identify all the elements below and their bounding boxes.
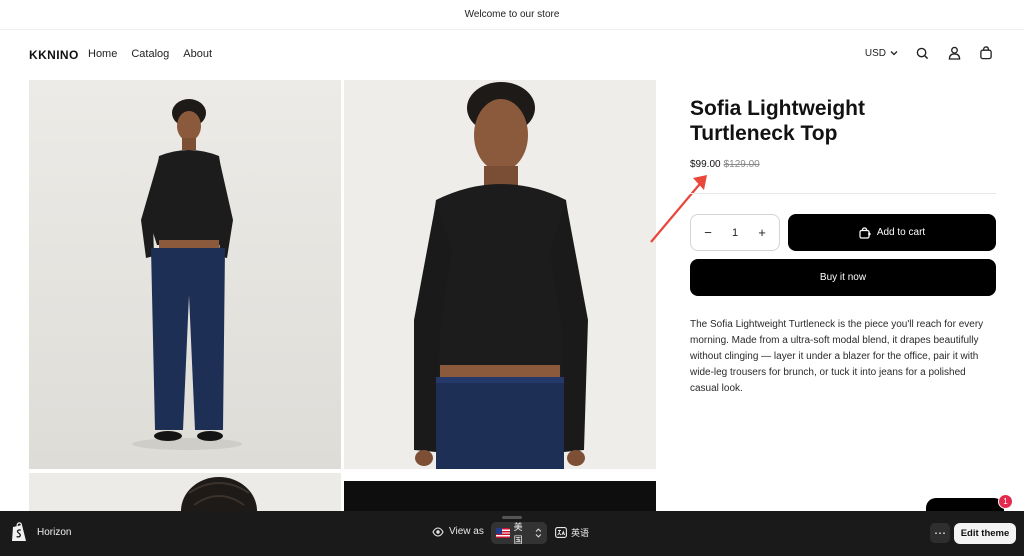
buy-now-label: Buy it now bbox=[819, 272, 867, 283]
product-description: The Sofia Lightweight Turtleneck is the … bbox=[690, 319, 984, 394]
search-icon[interactable] bbox=[914, 44, 930, 62]
product-title: Sofia Lightweight Turtleneck Top bbox=[690, 97, 865, 145]
announcement-bar: Welcome to our store bbox=[0, 0, 1024, 30]
cart-icon[interactable] bbox=[978, 44, 994, 62]
store-logo[interactable]: KKNINO bbox=[29, 48, 79, 62]
add-to-cart-label: Add to cart bbox=[876, 227, 926, 238]
shopify-logo-icon[interactable] bbox=[10, 522, 28, 543]
theme-name: Horizon bbox=[37, 527, 72, 538]
product-price: $99.00 $129.00 bbox=[690, 159, 760, 170]
announcement-text: Welcome to our store bbox=[464, 9, 560, 20]
storefront-page: Welcome to our store KKNINO Home Catalog… bbox=[0, 0, 1024, 556]
main-nav: Home Catalog About bbox=[88, 48, 212, 60]
quantity-value[interactable]: 1 bbox=[732, 227, 738, 239]
buy-now-button[interactable]: Buy it now bbox=[690, 259, 996, 296]
product-image-4[interactable] bbox=[344, 481, 656, 513]
more-options-icon[interactable]: ⋯ bbox=[930, 523, 950, 543]
us-flag-icon bbox=[496, 528, 510, 538]
chat-notification-badge: 1 bbox=[998, 494, 1013, 509]
cart-add-icon bbox=[859, 226, 871, 239]
edit-theme-button[interactable]: Edit theme bbox=[954, 523, 1016, 544]
chevron-updown-icon bbox=[535, 528, 542, 538]
site-header: KKNINO Home Catalog About USD bbox=[0, 30, 1024, 79]
language-label: 英语 bbox=[571, 528, 590, 538]
account-icon[interactable] bbox=[946, 44, 962, 62]
sale-price: $99.00 bbox=[690, 159, 721, 170]
compare-at-price: $129.00 bbox=[723, 159, 760, 170]
product-image-2[interactable] bbox=[344, 80, 656, 469]
decrease-quantity-button[interactable]: − bbox=[701, 225, 715, 240]
product-image-1[interactable] bbox=[29, 80, 341, 469]
chevron-down-icon bbox=[890, 51, 898, 56]
add-to-cart-button[interactable]: Add to cart bbox=[788, 214, 996, 251]
nav-catalog[interactable]: Catalog bbox=[131, 48, 169, 60]
currency-label: USD bbox=[864, 47, 886, 59]
language-icon bbox=[555, 527, 567, 538]
view-as-label: View as bbox=[432, 526, 484, 537]
country-label: 美国 bbox=[513, 522, 523, 545]
language-selector[interactable]: 英语 bbox=[555, 526, 589, 539]
product-image-3[interactable] bbox=[29, 473, 341, 513]
divider bbox=[690, 193, 996, 194]
header-actions: USD bbox=[865, 44, 994, 62]
nav-home[interactable]: Home bbox=[88, 48, 117, 60]
nav-about[interactable]: About bbox=[183, 48, 212, 60]
eye-icon bbox=[432, 526, 444, 537]
country-selector[interactable]: 美国 bbox=[491, 522, 547, 545]
quantity-stepper[interactable]: − 1 + bbox=[690, 214, 780, 251]
currency-selector[interactable]: USD bbox=[865, 48, 898, 59]
increase-quantity-button[interactable]: + bbox=[755, 225, 769, 240]
admin-bar-drag-handle[interactable] bbox=[502, 516, 522, 519]
